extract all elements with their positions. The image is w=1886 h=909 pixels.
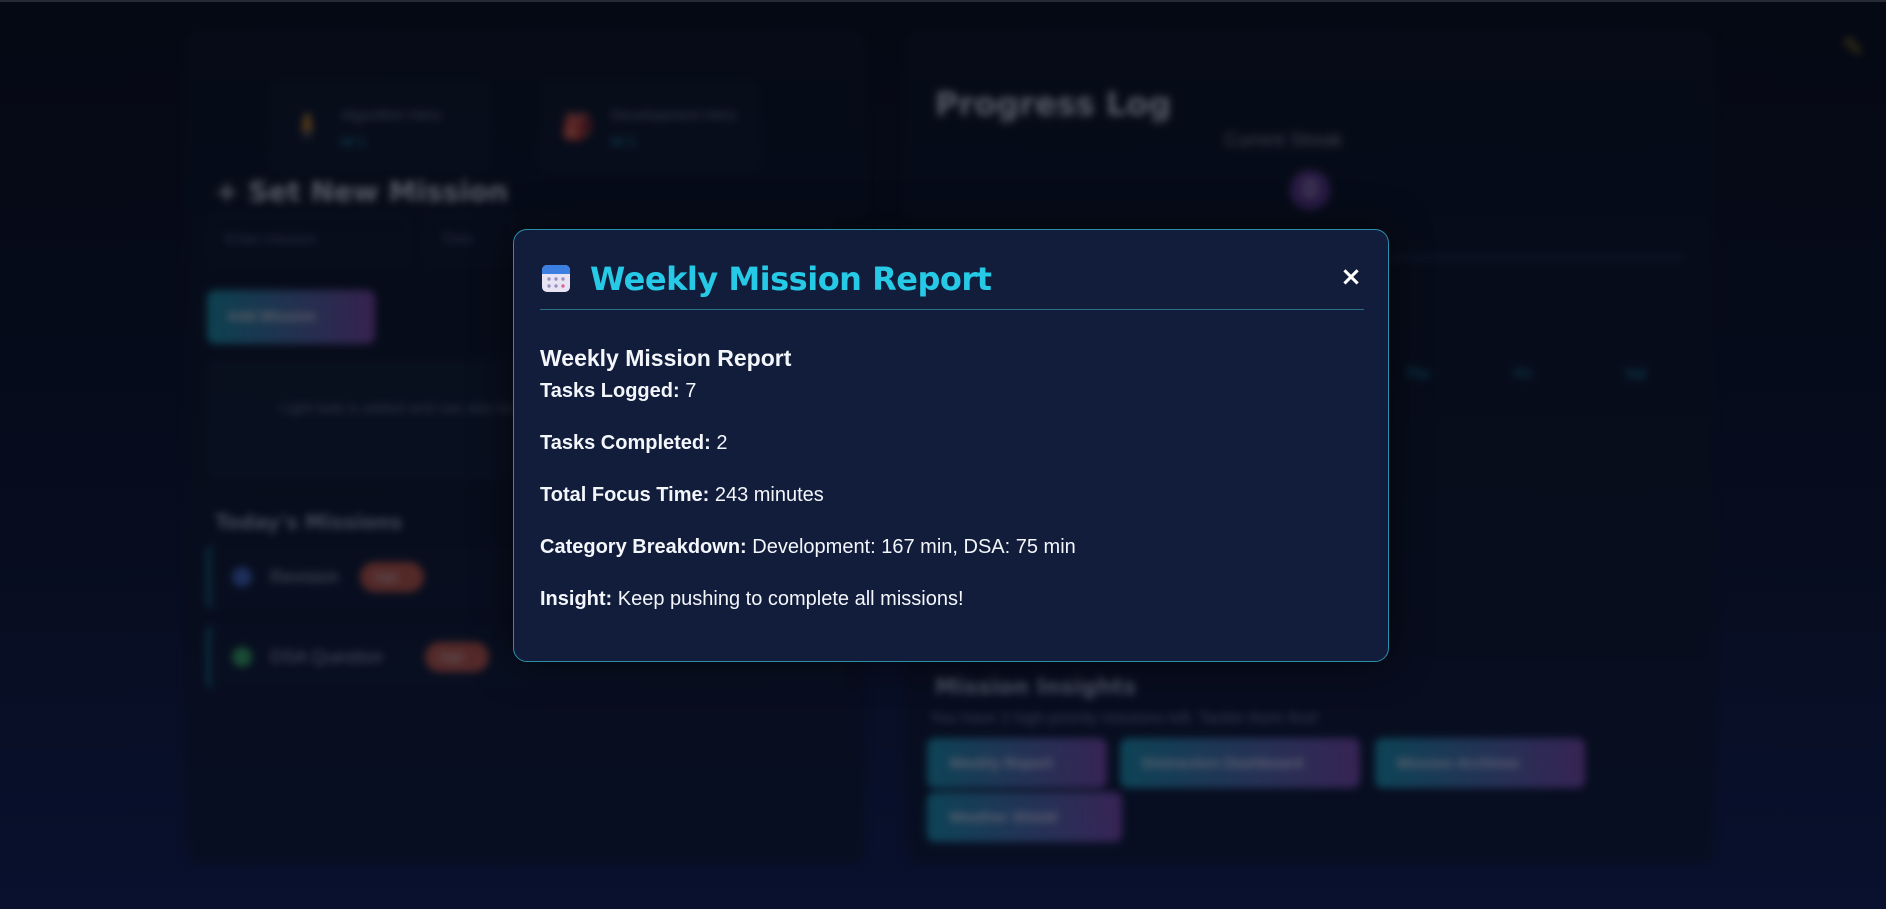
report-value: Keep pushing to complete all missions! (612, 588, 964, 610)
report-value: 243 minutes (709, 484, 824, 506)
report-line-tasks-completed: Tasks Completed: 2 (540, 432, 1364, 484)
report-label: Tasks Completed: (540, 432, 711, 454)
report-line-tasks-logged: Tasks Logged: 7 (540, 380, 1364, 432)
report-value: 2 (710, 432, 728, 454)
report-line-insight: Insight: Keep pushing to complete all mi… (540, 588, 1364, 640)
report-heading: Weekly Mission Report (540, 345, 792, 371)
report-value: Development: 167 min, DSA: 75 min (746, 536, 1076, 558)
report-label: Tasks Logged: (540, 380, 680, 402)
report-value: 7 (679, 380, 697, 402)
modal-header: Weekly Mission Report × (540, 260, 1364, 310)
report-label: Total Focus Time: (540, 484, 710, 506)
report-label: Category Breakdown: (540, 536, 747, 558)
modal-title: Weekly Mission Report (590, 260, 992, 298)
calendar-icon (542, 265, 570, 292)
report-label: Insight: (540, 588, 613, 610)
report-body: Weekly Mission Report Tasks Logged: 7 Ta… (540, 345, 1364, 640)
report-line-category-breakdown: Category Breakdown: Development: 167 min… (540, 536, 1364, 588)
close-button[interactable]: × (1338, 264, 1364, 290)
report-line-focus-time: Total Focus Time: 243 minutes (540, 484, 1364, 536)
weekly-report-modal: Weekly Mission Report × Weekly Mission R… (513, 229, 1389, 662)
